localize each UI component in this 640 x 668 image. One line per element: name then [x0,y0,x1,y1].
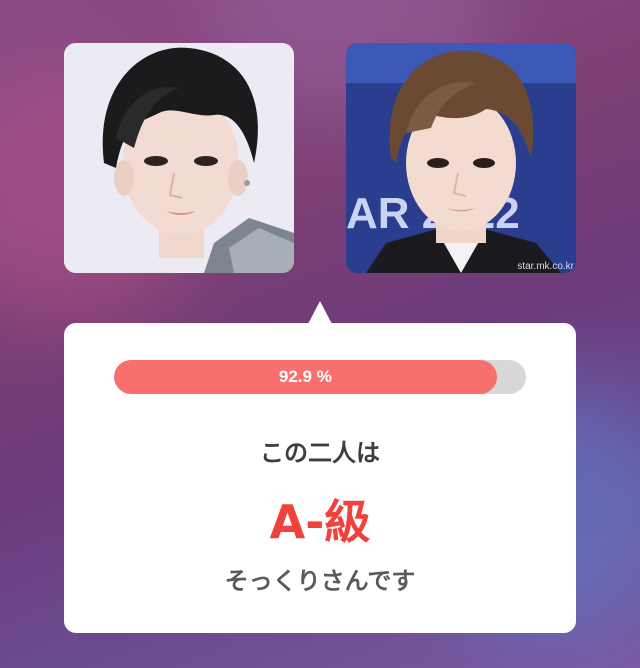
similarity-bar-track: 92.9 % [114,360,526,394]
person-photo-left [64,43,294,273]
card-pointer [308,301,332,324]
photo-watermark: star.mk.co.kr [517,261,574,272]
similarity-percent-label: 92.9 % [278,367,332,386]
person-photo-right: AR 2022 star.mk.co.kr [346,43,576,273]
result-grade: A-級 [269,495,371,549]
result-card: 92.9 % この二人は A-級 そっくりさんです [64,323,576,633]
portrait-illustration-right: AR 2022 star.mk.co.kr [346,43,576,273]
portrait-illustration-left [64,43,294,273]
result-intro-text: この二人は [260,439,380,467]
result-description-text: そっくりさんです [224,567,416,595]
